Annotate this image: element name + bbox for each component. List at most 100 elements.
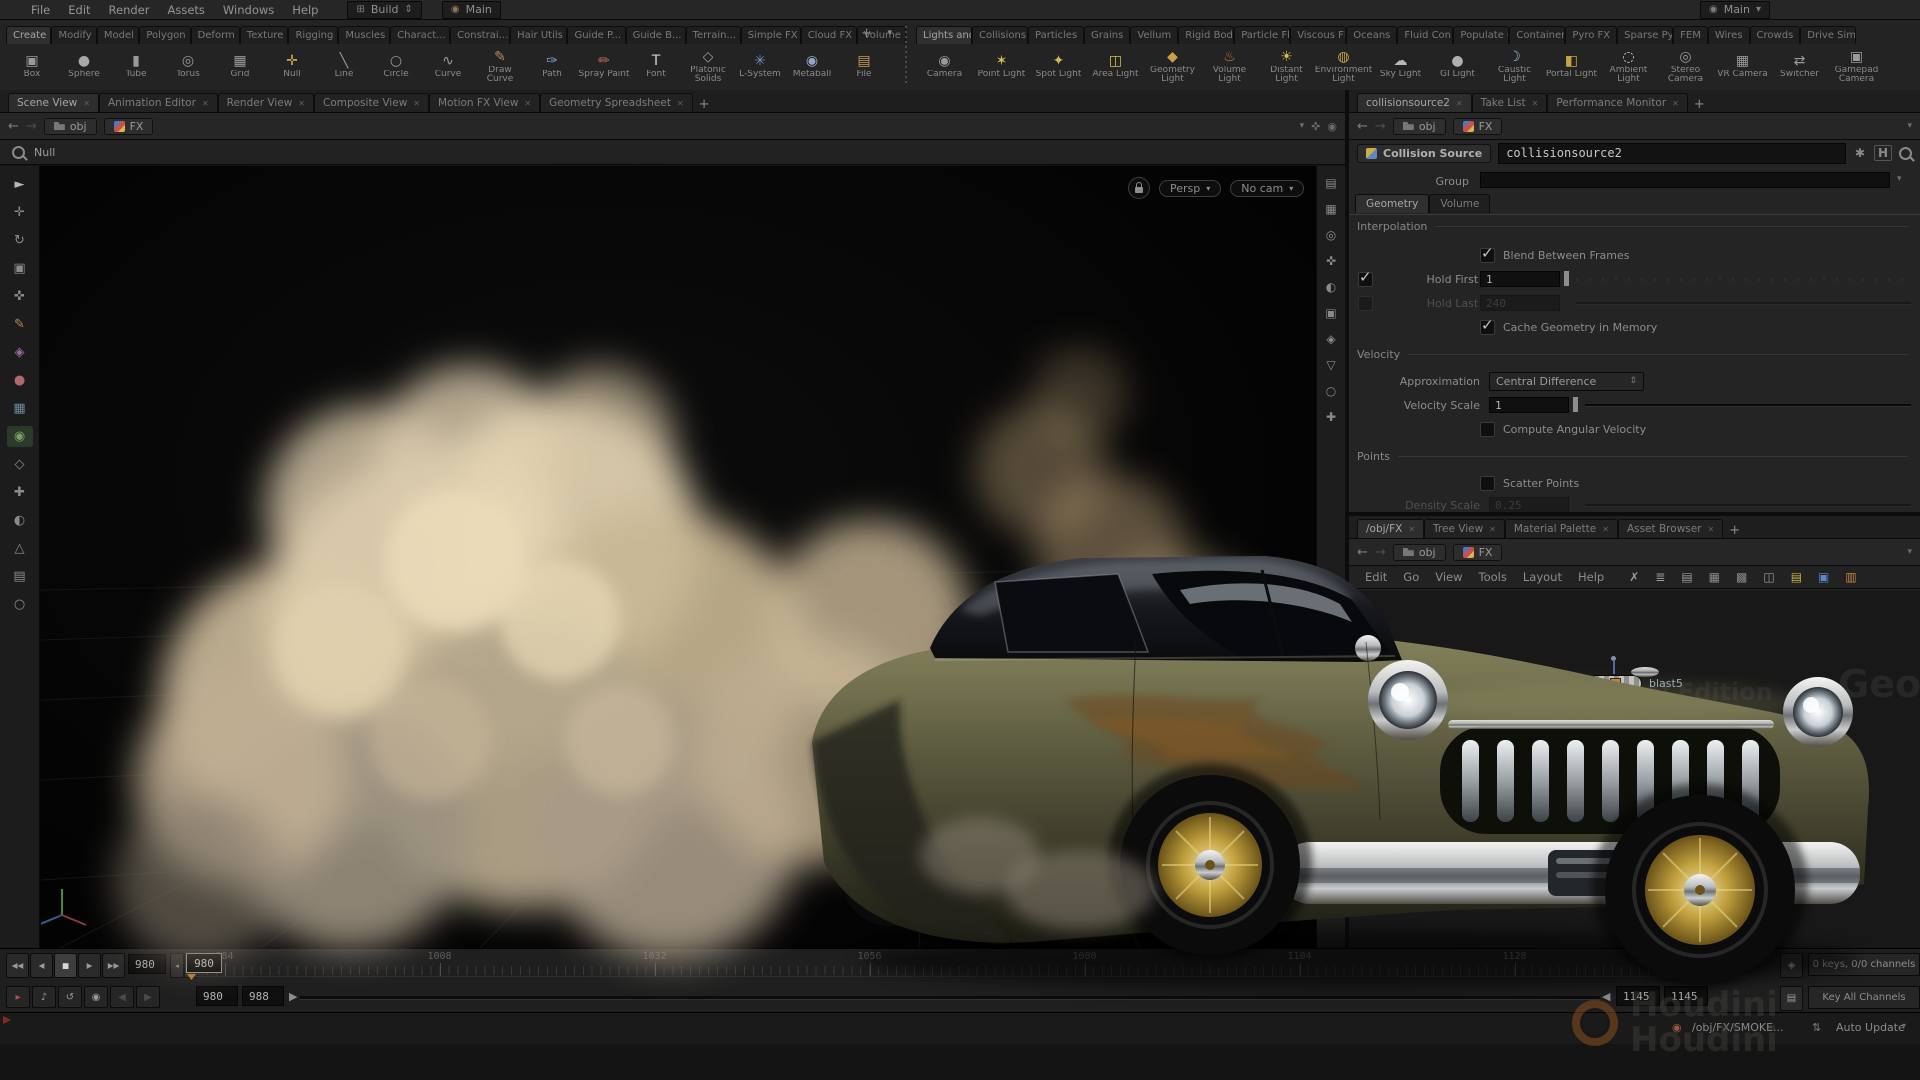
node-label[interactable]: blast5 — [1649, 677, 1683, 690]
update-spinner-icon[interactable]: ⇅ — [1812, 1021, 1821, 1034]
pane-tab[interactable]: Animation Editor ✕ — [99, 93, 218, 112]
forward-icon[interactable]: → — [1375, 120, 1386, 133]
shelf-tab[interactable]: Viscous Fl... — [1290, 26, 1346, 44]
transport-button[interactable]: ◀◀ — [6, 953, 29, 978]
shelf-tab[interactable]: Crowds — [1750, 26, 1801, 44]
velocity-scale-field[interactable]: 1 — [1489, 397, 1569, 413]
range-slider-track[interactable] — [300, 996, 1600, 1000]
shelf-tool[interactable]: ∿ Curve — [422, 54, 474, 80]
shelf-tab[interactable]: Model — [97, 26, 139, 44]
pane-tab[interactable]: Take List ✕ — [1472, 93, 1548, 112]
playback-option-icon[interactable]: ▸ — [6, 986, 30, 1008]
pane-tab[interactable]: Composite View ✕ — [314, 93, 429, 112]
menu-item[interactable]: Assets — [158, 3, 213, 17]
network-menu-item[interactable]: Tools — [1471, 570, 1515, 584]
range-start-field[interactable]: 980 — [196, 986, 238, 1006]
shelf-tool[interactable]: ♨ Volume Light — [1201, 50, 1258, 85]
shelf-tab[interactable]: Sparse Pyr... — [1617, 26, 1673, 44]
viewport-tool-icon[interactable]: ✚ — [7, 482, 33, 503]
close-tab-icon[interactable]: ✕ — [677, 99, 684, 108]
transport-button[interactable]: ▶ — [78, 953, 101, 978]
playback-option-icon[interactable]: ◉ — [84, 986, 108, 1008]
shelf-tab[interactable]: Charact... — [390, 26, 450, 44]
camera-selector[interactable]: No cam ▾ — [1230, 180, 1304, 197]
pane-tab[interactable]: Geometry Spreadsheet ✕ — [540, 93, 693, 112]
menu-item[interactable]: Help — [283, 3, 327, 17]
viewport-tool-icon[interactable]: ○ — [7, 594, 33, 615]
slider-handle[interactable] — [1564, 271, 1569, 286]
network-menu-item[interactable]: Edit — [1357, 570, 1395, 584]
keys-count-button[interactable]: 0 keys, 0/0 channels — [1808, 953, 1920, 976]
menu-item[interactable]: Windows — [214, 3, 283, 17]
playback-option-icon[interactable]: ▶ — [136, 986, 160, 1008]
viewport-tool-icon[interactable]: ▦ — [7, 398, 33, 419]
shelf-tab[interactable]: Terrain... — [686, 26, 741, 44]
breadcrumb-fx[interactable]: FX — [1453, 544, 1503, 561]
hold-last-field[interactable]: 240 — [1480, 295, 1560, 311]
viewport-tool-icon[interactable]: ✛ — [7, 202, 33, 223]
forward-icon[interactable]: → — [26, 120, 37, 133]
shelf-tab[interactable]: Vellum — [1130, 26, 1178, 44]
hold-first-field[interactable]: 1 — [1480, 271, 1560, 287]
node-type-chip[interactable]: Collision Source — [1357, 144, 1491, 163]
shelf-tool[interactable]: ✦ Spot Light — [1030, 54, 1087, 80]
viewport-tool-icon[interactable]: ► — [7, 174, 33, 195]
playback-option-icon[interactable]: ◀ — [110, 986, 134, 1008]
viewport-display-icon[interactable]: ✜ — [1326, 254, 1336, 268]
shelf-tool[interactable]: ⇄ Switcher — [1771, 54, 1828, 80]
shelf-menu-icon[interactable]: ▾ — [881, 28, 898, 38]
help-icon[interactable]: H — [1874, 145, 1892, 161]
forward-icon[interactable]: → — [1375, 546, 1386, 559]
node-blast5[interactable] — [1589, 676, 1641, 691]
network-toolbar-icon[interactable]: ▤ — [1676, 570, 1697, 584]
shelf-tool[interactable]: ▮ Tube — [110, 54, 162, 80]
shelf-tool[interactable]: ◍ Environment Light — [1315, 50, 1372, 85]
shelf-tab[interactable]: Modify — [51, 26, 96, 44]
playback-start-field[interactable]: 988 — [242, 986, 284, 1006]
shelf-tab[interactable]: Wires — [1708, 26, 1750, 44]
pane-tab[interactable]: Motion FX View ✕ — [429, 93, 540, 112]
shelf-tool[interactable]: ▣ Gamepad Camera — [1828, 50, 1885, 85]
shelf-tool[interactable]: ☀ Distant Light — [1258, 50, 1315, 85]
shelf-tab[interactable]: Cloud FX — [801, 26, 857, 44]
shelf-tool[interactable]: T Font — [630, 54, 682, 80]
shelf-tab[interactable]: Deform — [191, 26, 240, 44]
shelf-tab[interactable]: Rigging — [288, 26, 338, 44]
shelf-tab[interactable]: Guide B... — [626, 26, 686, 44]
shelf-tool[interactable]: ◇ Platonic Solids — [682, 50, 734, 85]
pane-tab[interactable]: Performance Monitor ✕ — [1547, 93, 1688, 112]
network-toolbar-icon[interactable]: ▣ — [1813, 570, 1834, 584]
shelf-tool[interactable]: ◉ Metaball — [786, 54, 838, 80]
shelf-tool[interactable]: ✶ Point Light — [973, 54, 1030, 80]
close-tab-icon[interactable]: ✕ — [1532, 99, 1539, 108]
density-field[interactable]: 0.25 — [1489, 497, 1569, 512]
shelf-tab[interactable]: Lights and... — [916, 26, 972, 44]
viewport-display-icon[interactable]: ◐ — [1326, 280, 1336, 294]
close-tab-icon[interactable]: ✕ — [1489, 525, 1496, 534]
density-slider[interactable] — [1585, 504, 1911, 507]
shelf-tool[interactable]: ◎ Stereo Camera — [1657, 50, 1714, 85]
radial-menu-selector-right[interactable]: ◉ Main ▾ — [1700, 1, 1770, 19]
breadcrumb-fx[interactable]: FX — [1453, 118, 1503, 135]
range-handle-left-icon[interactable]: ▶ — [289, 990, 297, 1003]
network-toolbar-icon[interactable]: ▥ — [1840, 570, 1861, 584]
close-tab-icon[interactable]: ✕ — [202, 99, 209, 108]
network-toolbar-icon[interactable]: ≣ — [1650, 570, 1670, 584]
playback-option-icon[interactable]: ♪ — [32, 986, 56, 1008]
network-menu-item[interactable]: View — [1427, 570, 1470, 584]
pane-tab[interactable]: Scene View ✕ — [8, 93, 99, 112]
breadcrumb-fx[interactable]: FX — [104, 118, 154, 135]
shelf-tab[interactable]: Polygon — [139, 26, 190, 44]
add-pane-tab-button[interactable]: + — [1688, 97, 1711, 112]
add-pane-tab-button[interactable]: + — [693, 97, 716, 112]
velocity-scale-slider[interactable] — [1585, 404, 1911, 407]
range-handle-right-icon[interactable]: ◀ — [1602, 990, 1610, 1003]
shelf-tool[interactable]: ● Sphere — [58, 54, 110, 80]
network-toolbar-icon[interactable]: ▩ — [1731, 570, 1752, 584]
close-tab-icon[interactable]: ✕ — [1456, 99, 1463, 108]
viewport-3d[interactable] — [0, 166, 1345, 948]
viewport-tool-icon[interactable]: ◇ — [7, 454, 33, 475]
shelf-tool[interactable]: ☁ Sky Light — [1372, 54, 1429, 80]
path-dropdown-icon[interactable]: ▾ — [1907, 547, 1912, 557]
breadcrumb-obj[interactable]: obj — [1393, 544, 1446, 561]
